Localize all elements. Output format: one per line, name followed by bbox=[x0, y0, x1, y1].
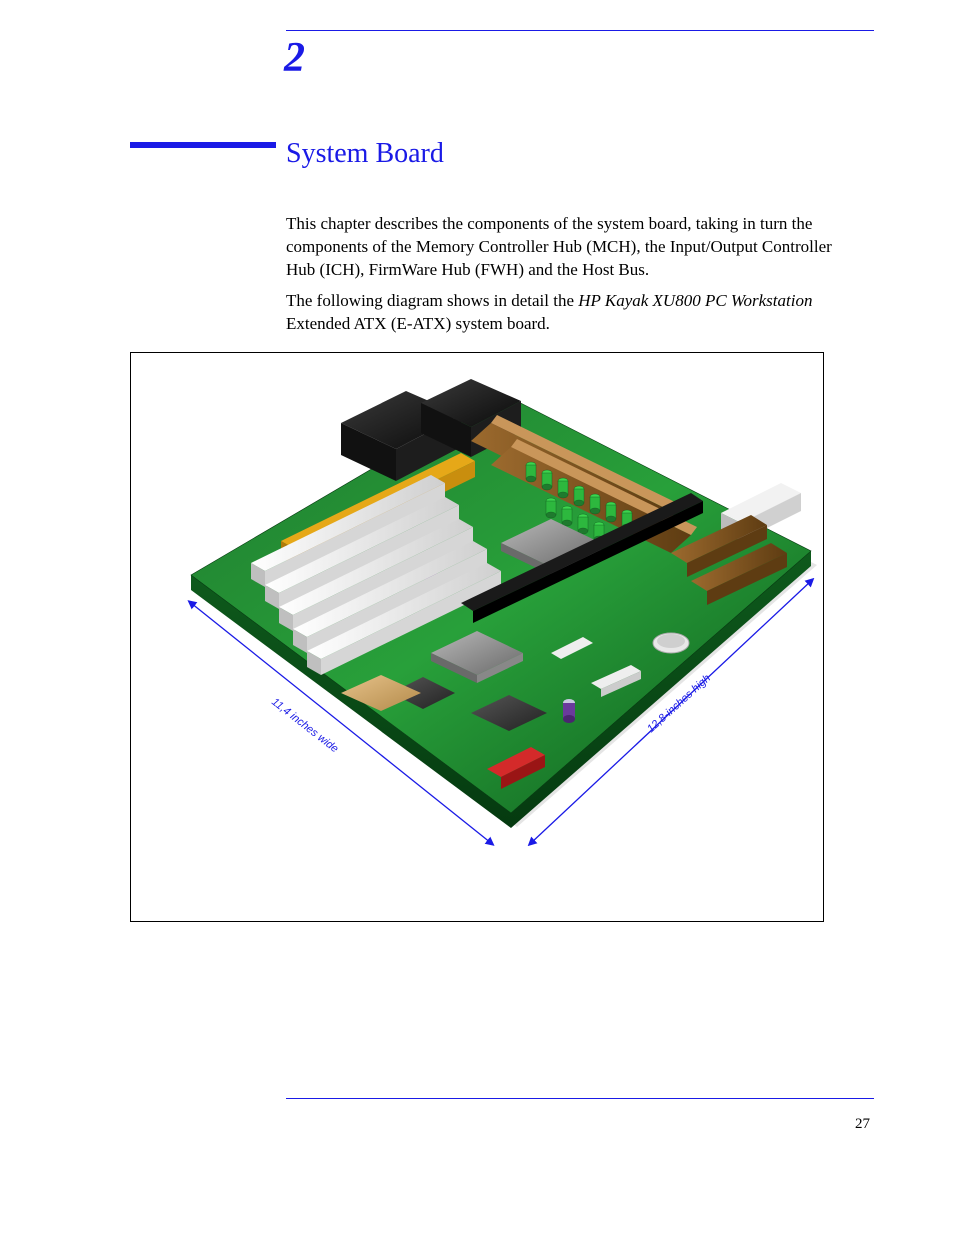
intro-paragraph: This chapter describes the components of… bbox=[286, 213, 858, 282]
chapter-title: System Board bbox=[286, 138, 444, 170]
coin-battery bbox=[653, 633, 689, 653]
chapter-number: 2 bbox=[284, 34, 305, 82]
product-name: HP Kayak XU800 PC Workstation bbox=[578, 291, 812, 310]
diagram-caption-paragraph: The following diagram shows in detail th… bbox=[286, 290, 858, 336]
system-board-figure: 11,4 inches wide 12,8-inches high bbox=[130, 352, 824, 922]
diagram-trail-text: Extended ATX (E-ATX) system board. bbox=[286, 314, 550, 333]
title-accent-bar bbox=[130, 142, 276, 148]
top-rule bbox=[286, 30, 874, 31]
bottom-rule bbox=[286, 1098, 874, 1099]
motherboard-illustration: 11,4 inches wide 12,8-inches high bbox=[131, 353, 823, 921]
width-dimension-label: 11,4 inches wide bbox=[269, 696, 340, 755]
page-number: 27 bbox=[855, 1116, 870, 1133]
page: 2 System Board This chapter describes th… bbox=[0, 0, 954, 1235]
diagram-lead-text: The following diagram shows in detail th… bbox=[286, 291, 578, 310]
